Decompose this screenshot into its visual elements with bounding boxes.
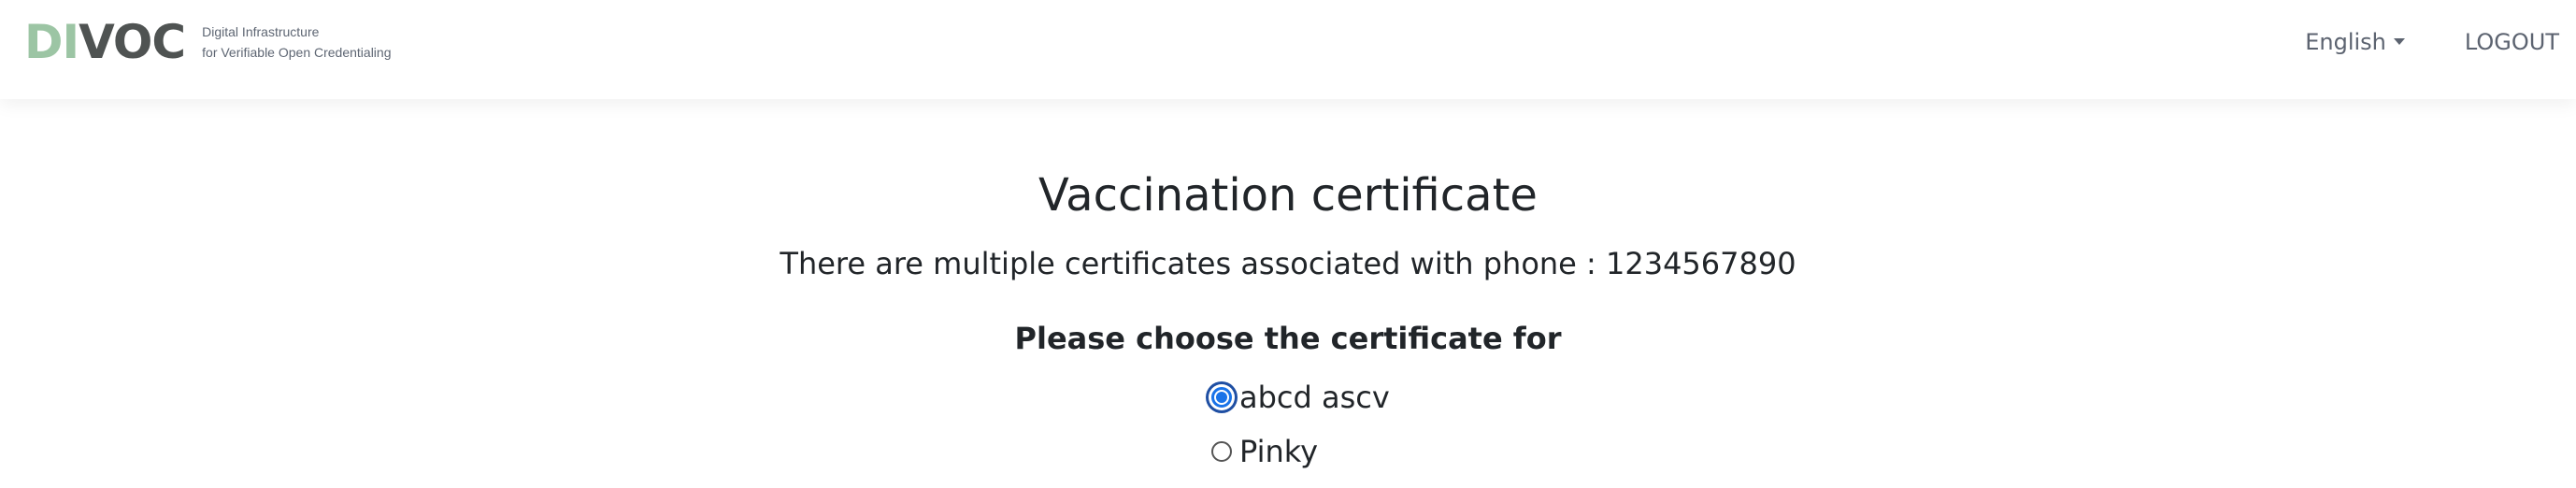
logo-wordmark: DIVOC <box>24 15 186 69</box>
logo-di: DI <box>24 15 79 69</box>
tagline-line-2: for Verifiable Open Credentialing <box>202 45 392 60</box>
certificate-option-label: abcd ascv <box>1239 380 1390 415</box>
radio-selected-icon[interactable] <box>1211 387 1232 408</box>
certificate-option-label: Pinky <box>1239 434 1319 469</box>
radio-unselected-icon[interactable] <box>1211 441 1232 462</box>
brand-logo[interactable]: DIVOC Digital Infrastructure for Verifia… <box>24 17 391 67</box>
chevron-down-icon <box>2393 37 2405 45</box>
choose-certificate-prompt: Please choose the certificate for <box>1014 321 1562 356</box>
tagline-line-1: Digital Infrastructure <box>202 24 320 39</box>
certificate-option-abcd-ascv[interactable]: abcd ascv <box>1211 370 1390 424</box>
nav-actions: English LOGOUT <box>2305 0 2559 84</box>
multiple-certificates-message: There are multiple certificates associat… <box>780 246 1796 281</box>
logo-voc: VOC <box>79 15 186 69</box>
certificate-option-pinky[interactable]: Pinky <box>1211 424 1390 479</box>
page-title: Vaccination certificate <box>1038 169 1538 222</box>
top-navbar: DIVOC Digital Infrastructure for Verifia… <box>0 0 2576 99</box>
logout-link[interactable]: LOGOUT <box>2465 29 2559 55</box>
brand-tagline: Digital Infrastructure for Verifiable Op… <box>202 22 391 63</box>
language-label: English <box>2305 29 2386 55</box>
language-dropdown[interactable]: English <box>2305 29 2405 55</box>
certificate-options: abcd ascv Pinky <box>1211 370 1390 479</box>
